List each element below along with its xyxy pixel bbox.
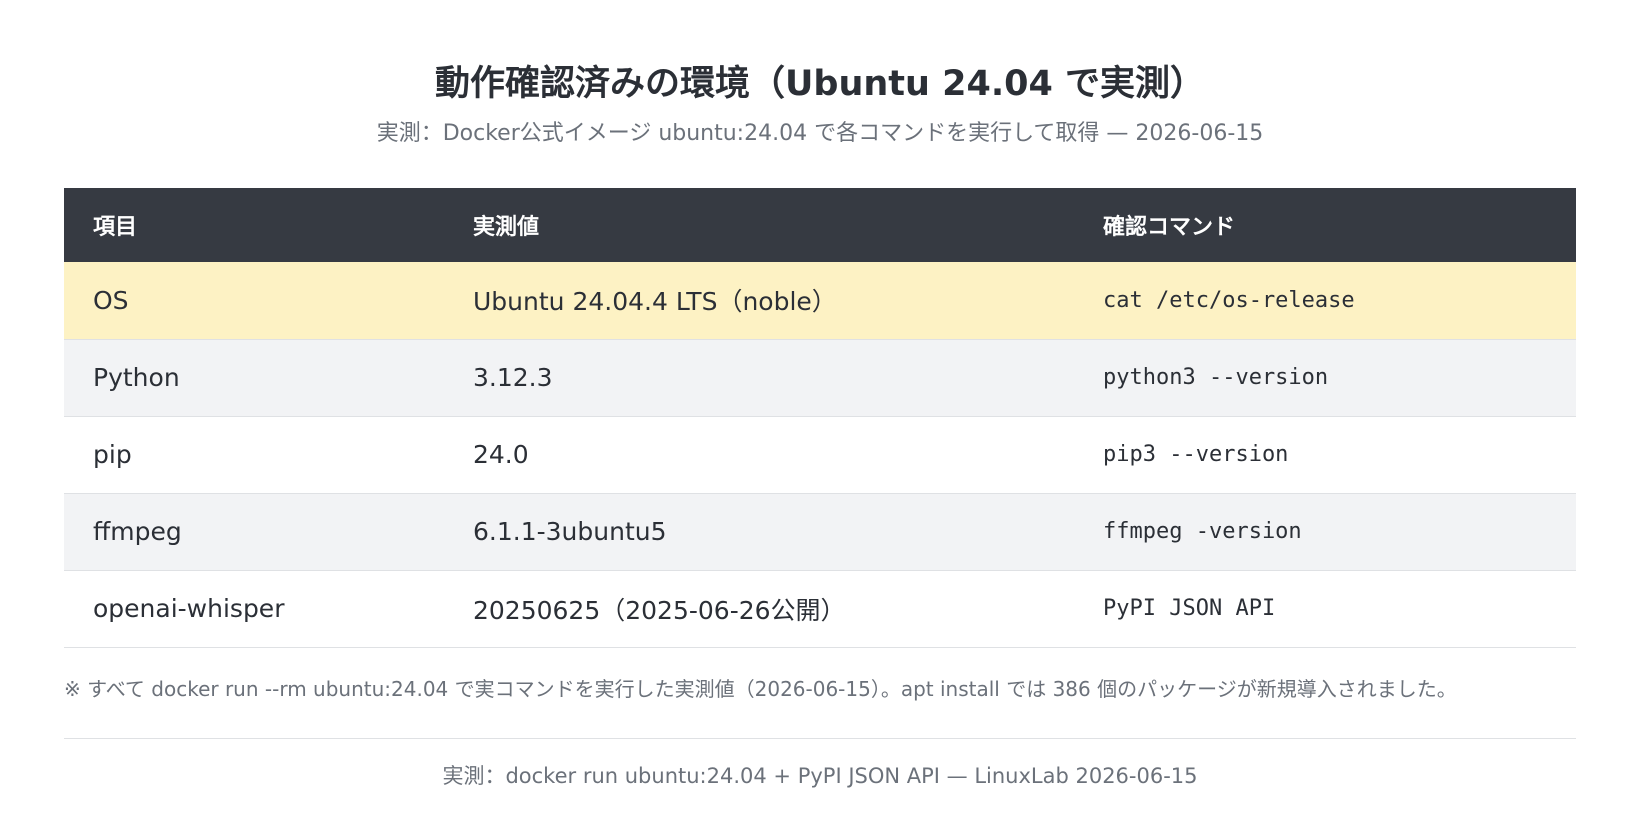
table-row-openai-whisper: openai-whisper 20250625（2025-06-26公開） Py… [64,570,1576,648]
cell-value: 3.12.3 [444,339,1074,417]
cell-item: Python [64,339,444,417]
cell-command: PyPI JSON API [1074,570,1576,648]
table-header-row: 項目 実測値 確認コマンド [64,188,1576,262]
cell-command: cat /etc/os-release [1074,262,1576,340]
table-row-pip: pip 24.0 pip3 --version [64,416,1576,494]
cell-item: OS [64,262,444,340]
cell-value: 24.0 [444,416,1074,494]
divider [64,737,1576,739]
cell-command: python3 --version [1074,339,1576,417]
page: 動作確認済みの環境（Ubuntu 24.04 で実測） 実測：Docker公式イ… [0,0,1640,840]
header-item: 項目 [64,188,444,262]
cell-command: ffmpeg -version [1074,493,1576,571]
table-row-python: Python 3.12.3 python3 --version [64,339,1576,417]
table-row-ffmpeg: ffmpeg 6.1.1-3ubuntu5 ffmpeg -version [64,493,1576,571]
cell-value: Ubuntu 24.04.4 LTS（noble） [444,262,1074,340]
header-value: 実測値 [444,188,1074,262]
environment-table: 項目 実測値 確認コマンド OS Ubuntu 24.04.4 LTS（nobl… [64,188,1576,648]
page-subtitle: 実測：Docker公式イメージ ubuntu:24.04 で各コマンドを実行して… [376,121,1264,146]
source-credit: 実測：docker run ubuntu:24.04 + PyPI JSON A… [442,763,1198,788]
cell-value: 6.1.1-3ubuntu5 [444,493,1074,571]
cell-item: openai-whisper [64,570,444,648]
header-command: 確認コマンド [1074,188,1576,262]
cell-item: ffmpeg [64,493,444,571]
table-row-os: OS Ubuntu 24.04.4 LTS（noble） cat /etc/os… [64,262,1576,340]
cell-command: pip3 --version [1074,416,1576,494]
footnote: ※ すべて docker run --rm ubuntu:24.04 で実コマン… [64,676,1457,701]
cell-item: pip [64,416,444,494]
cell-value: 20250625（2025-06-26公開） [444,570,1074,648]
page-title: 動作確認済みの環境（Ubuntu 24.04 で実測） [434,64,1206,104]
